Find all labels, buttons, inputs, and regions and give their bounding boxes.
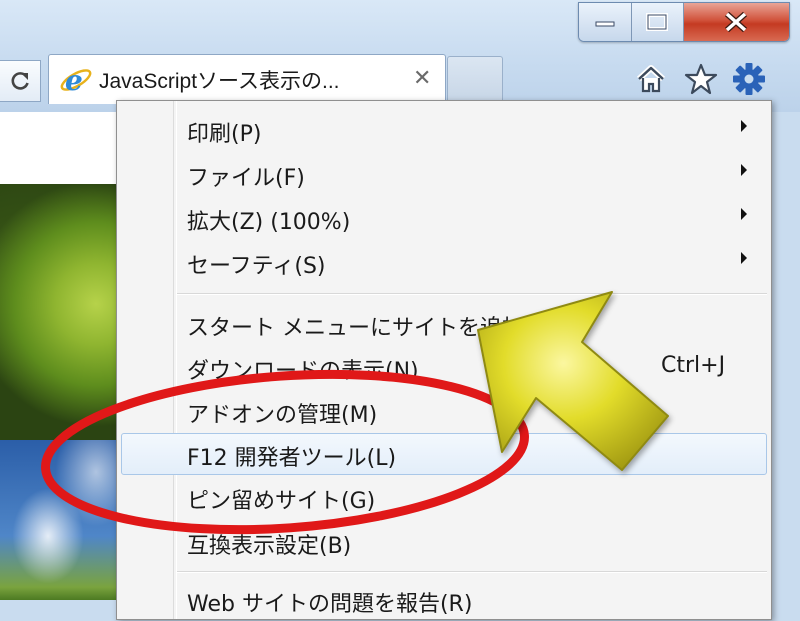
menu-item-zoom[interactable]: 拡大(Z) (100%) — [121, 197, 767, 239]
window-controls — [578, 2, 790, 42]
menu-item-report-site[interactable]: Web サイトの問題を報告(R) — [121, 579, 767, 621]
menu-item-label: Web サイトの問題を報告(R) — [187, 592, 473, 617]
browser-chrome: e JavaScriptソース表示の... ✕ — [0, 0, 800, 112]
menu-item-label: ダウンロードの表示(N) — [187, 359, 419, 384]
submenu-arrow-icon — [741, 252, 747, 264]
submenu-arrow-icon — [741, 120, 747, 132]
menu-separator — [177, 293, 767, 295]
menu-item-label: 互換表示設定(B) — [187, 534, 352, 559]
menu-item-downloads[interactable]: ダウンロードの表示(N) Ctrl+J — [121, 346, 767, 388]
tab-title: JavaScriptソース表示の... — [99, 70, 340, 93]
menu-item-compat-view[interactable]: 互換表示設定(B) — [121, 521, 767, 563]
gear-icon[interactable] — [732, 62, 766, 96]
minimize-icon — [595, 21, 615, 27]
tree-photo — [0, 184, 120, 484]
menu-item-f12-devtools[interactable]: F12 開発者ツール(L) — [121, 433, 767, 475]
star-icon[interactable] — [684, 62, 718, 96]
menu-item-label: 拡大(Z) (100%) — [187, 210, 351, 235]
menu-item-label: ピン留めサイト(G) — [187, 489, 376, 514]
close-icon — [725, 11, 748, 33]
tab-close-icon[interactable]: ✕ — [413, 66, 431, 91]
tools-menu: 印刷(P) ファイル(F) 拡大(Z) (100%) セーフティ(S) スタート… — [116, 100, 772, 620]
menu-item-label: スタート メニューにサイトを追加(M) — [187, 316, 561, 341]
menu-item-print[interactable]: 印刷(P) — [121, 109, 767, 151]
tab-active[interactable]: e JavaScriptソース表示の... ✕ — [48, 54, 446, 104]
submenu-arrow-icon — [741, 164, 747, 176]
menu-item-file[interactable]: ファイル(F) — [121, 153, 767, 195]
refresh-icon — [11, 72, 29, 90]
page-content — [0, 112, 120, 600]
minimize-button[interactable] — [579, 3, 632, 41]
menu-item-label: F12 開発者ツール(L) — [187, 446, 397, 471]
menu-item-safety[interactable]: セーフティ(S) — [121, 241, 767, 283]
submenu-arrow-icon — [741, 208, 747, 220]
svg-text:e: e — [65, 64, 83, 97]
menu-item-shortcut: Ctrl+J — [661, 353, 726, 378]
menu-item-label: 印刷(P) — [187, 122, 262, 147]
menu-item-addons[interactable]: アドオンの管理(M) — [121, 390, 767, 432]
ie-logo-icon: e — [60, 64, 92, 97]
maximize-icon — [646, 13, 669, 31]
menu-item-label: アドオンの管理(M) — [187, 403, 378, 428]
new-tab-button[interactable] — [447, 56, 503, 104]
menu-item-pinned-sites[interactable]: ピン留めサイト(G) — [121, 476, 767, 518]
refresh-button[interactable] — [0, 60, 41, 102]
menu-separator — [177, 571, 767, 573]
maximize-button[interactable] — [631, 3, 684, 41]
menu-item-label: セーフティ(S) — [187, 254, 326, 279]
home-icon[interactable] — [634, 62, 668, 96]
sky-photo — [0, 440, 120, 600]
menu-item-label: ファイル(F) — [187, 166, 305, 191]
close-button[interactable] — [684, 3, 789, 41]
menu-item-add-to-start[interactable]: スタート メニューにサイトを追加(M) — [121, 303, 767, 345]
